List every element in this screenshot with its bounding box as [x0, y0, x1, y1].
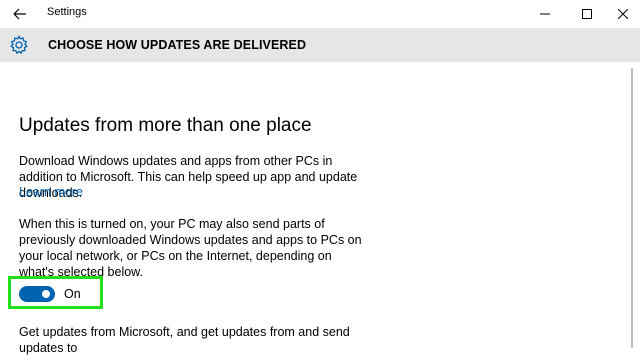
app-title: Settings [47, 6, 87, 18]
close-icon [618, 9, 628, 19]
detail-text: When this is turned on, your PC may also… [19, 217, 362, 279]
content-area [0, 62, 626, 362]
page-title: CHOOSE HOW UPDATES ARE DELIVERED [48, 38, 307, 52]
toggle-state-label: On [64, 287, 81, 301]
maximize-icon [582, 9, 592, 19]
minimize-button[interactable] [522, 0, 568, 28]
scrollbar-thumb[interactable] [631, 68, 633, 348]
toggle-knob [42, 290, 50, 298]
arrow-left-icon [13, 8, 26, 20]
maximize-button[interactable] [564, 0, 610, 28]
settings-window: Settings CHOOSE HOW UPDATES ARE DELIVERE… [0, 0, 640, 362]
source-prompt-text: Get updates from Microsoft, and get upda… [19, 325, 350, 355]
scrollbar[interactable] [628, 62, 640, 362]
minimize-icon [540, 13, 550, 15]
gear-icon [10, 35, 28, 55]
learn-more-link[interactable]: Learn more [19, 185, 83, 199]
delivery-optimization-toggle[interactable] [19, 286, 55, 302]
title-bar: Settings [0, 0, 640, 28]
back-button[interactable] [8, 3, 32, 25]
close-button[interactable] [606, 0, 640, 28]
page-header: CHOOSE HOW UPDATES ARE DELIVERED [0, 28, 640, 62]
section-heading: Updates from more than one place [19, 115, 312, 136]
